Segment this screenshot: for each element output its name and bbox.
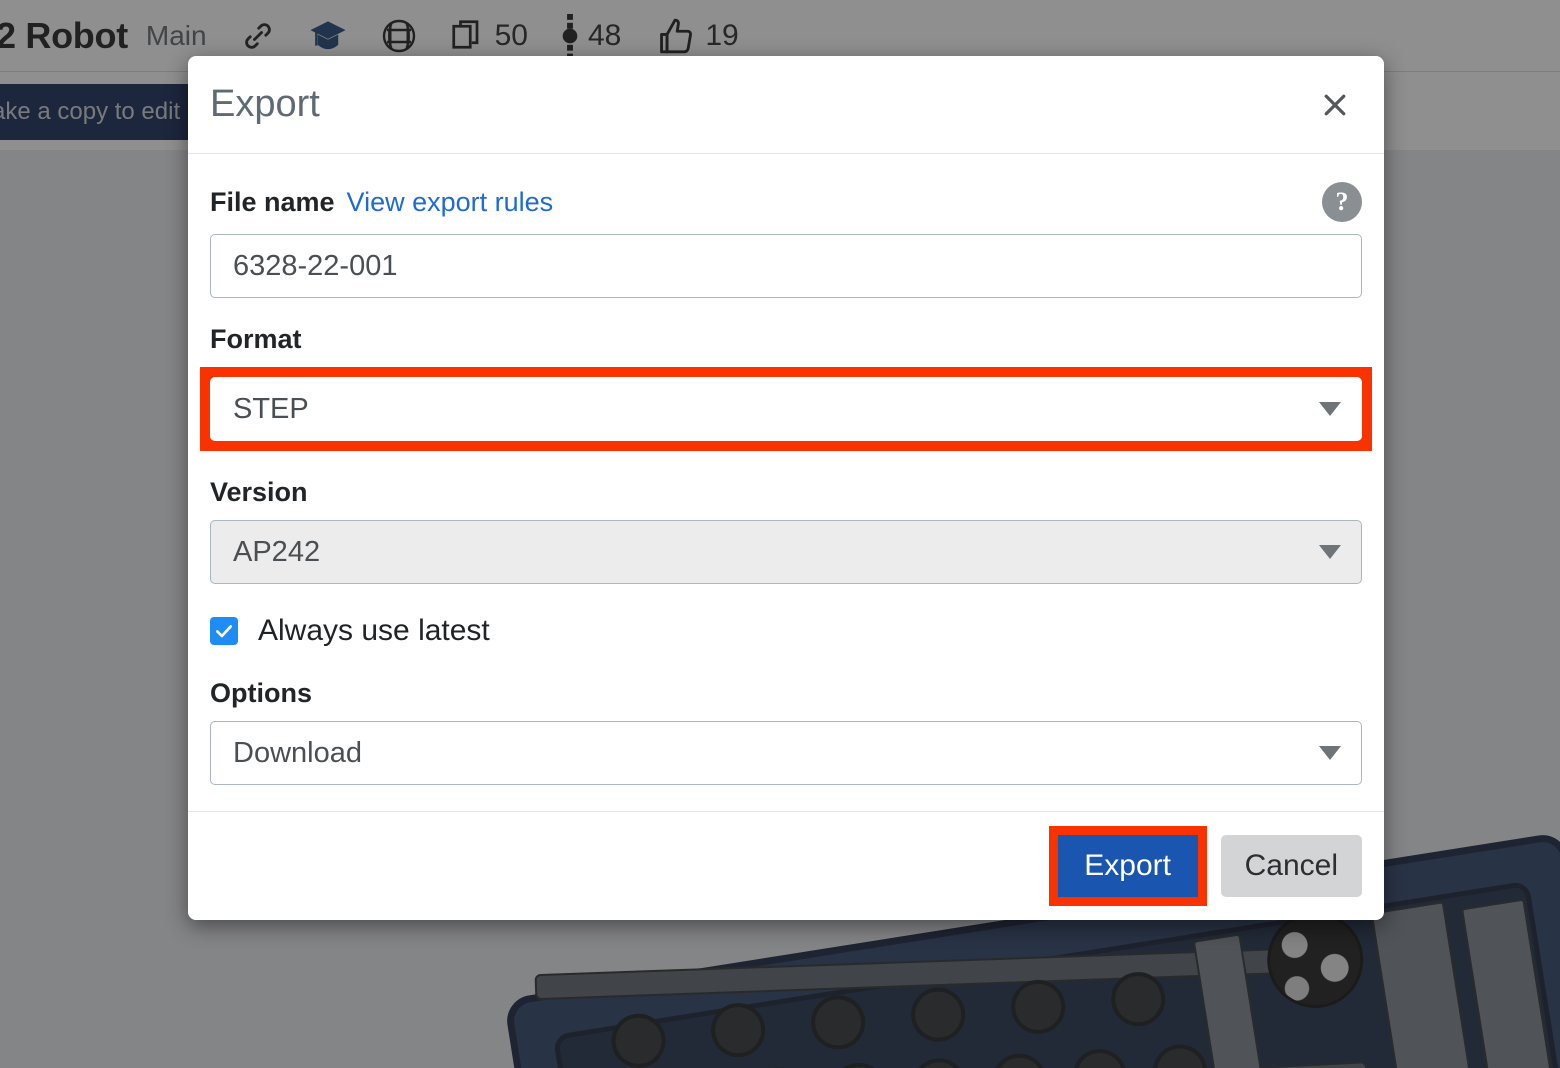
export-button[interactable]: Export bbox=[1057, 835, 1198, 897]
chevron-down-icon bbox=[1319, 746, 1341, 760]
view-export-rules-link[interactable]: View export rules bbox=[347, 187, 554, 218]
always-use-latest-row[interactable]: Always use latest bbox=[210, 614, 1362, 648]
options-value: Download bbox=[233, 736, 362, 769]
options-label-row: Options bbox=[210, 678, 1362, 709]
format-label-row: Format bbox=[210, 324, 1362, 355]
chevron-down-icon bbox=[1319, 545, 1341, 559]
format-dropdown[interactable]: STEP bbox=[210, 377, 1362, 441]
dialog-header: Export bbox=[188, 56, 1384, 154]
always-use-latest-checkbox[interactable] bbox=[210, 617, 238, 645]
dialog-body: File name View export rules ? 6328-22-00… bbox=[188, 154, 1384, 812]
file-name-label: File name bbox=[210, 186, 335, 217]
close-icon[interactable] bbox=[1312, 82, 1358, 128]
options-dropdown[interactable]: Download bbox=[210, 721, 1362, 785]
format-value: STEP bbox=[233, 392, 309, 425]
options-label: Options bbox=[210, 678, 312, 708]
help-icon[interactable]: ? bbox=[1322, 182, 1362, 222]
file-name-input[interactable]: 6328-22-001 bbox=[210, 234, 1362, 298]
file-name-label-row: File name View export rules ? bbox=[210, 182, 1362, 222]
file-name-field-block: File name View export rules ? 6328-22-00… bbox=[210, 182, 1362, 298]
chevron-down-icon bbox=[1319, 402, 1341, 416]
version-label-row: Version bbox=[210, 477, 1362, 508]
version-field-block: Version AP242 bbox=[210, 477, 1362, 584]
format-highlight-box: STEP bbox=[200, 367, 1372, 451]
cancel-button[interactable]: Cancel bbox=[1220, 835, 1362, 897]
dialog-title: Export bbox=[210, 83, 320, 125]
export-dialog: Export File name View export rules ? 632… bbox=[188, 56, 1384, 920]
format-field-block: Format STEP bbox=[200, 324, 1372, 451]
file-name-value: 6328-22-001 bbox=[233, 249, 398, 282]
options-field-block: Options Download bbox=[210, 678, 1362, 785]
dialog-footer: Export Cancel bbox=[188, 812, 1384, 920]
version-dropdown[interactable]: AP242 bbox=[210, 520, 1362, 584]
version-label: Version bbox=[210, 477, 308, 507]
export-highlight-box: Export bbox=[1048, 826, 1207, 906]
version-value: AP242 bbox=[233, 535, 321, 568]
format-label: Format bbox=[210, 324, 302, 354]
always-use-latest-label: Always use latest bbox=[258, 614, 490, 647]
